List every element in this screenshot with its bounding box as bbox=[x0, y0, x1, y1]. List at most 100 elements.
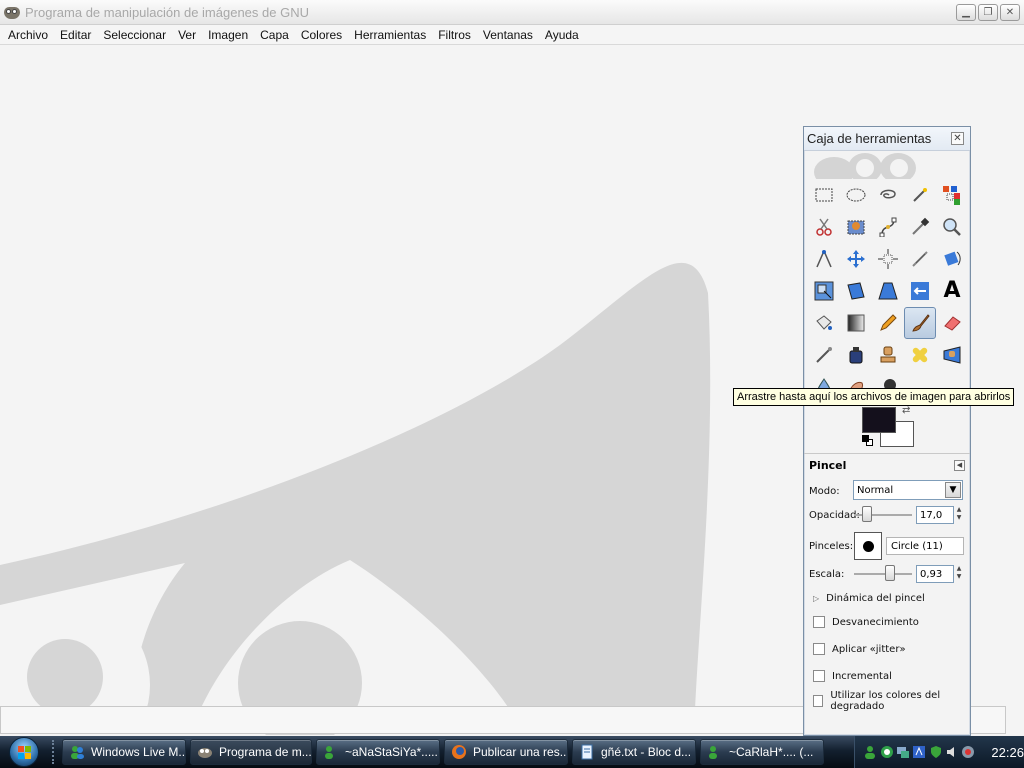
brush-preview[interactable] bbox=[854, 532, 882, 560]
mode-value: Normal bbox=[857, 484, 894, 496]
toolbox-title: Caja de herramientas bbox=[807, 131, 932, 146]
foreground-select-icon[interactable] bbox=[840, 211, 872, 243]
task-button[interactable]: Publicar una res... bbox=[444, 739, 568, 765]
task-button[interactable]: Windows Live M... bbox=[62, 739, 186, 765]
zoom-icon[interactable] bbox=[936, 211, 968, 243]
mode-label: Modo: bbox=[809, 485, 840, 497]
clock[interactable]: 22:26 bbox=[991, 745, 1024, 760]
dynamics-expander[interactable]: ▷ Dinámica del pincel bbox=[804, 588, 970, 608]
restore-button[interactable]: ❐ bbox=[978, 4, 998, 21]
minimize-button[interactable]: ▁ bbox=[956, 4, 976, 21]
messenger-icon bbox=[69, 744, 85, 760]
system-tray: 22:26 bbox=[854, 736, 1024, 768]
default-colors-icon[interactable] bbox=[862, 435, 869, 442]
firefox-icon bbox=[451, 744, 467, 760]
jitter-checkbox[interactable] bbox=[813, 643, 825, 655]
swap-colors-icon[interactable]: ⇄ bbox=[902, 405, 910, 416]
start-button[interactable] bbox=[0, 736, 48, 768]
move-icon[interactable] bbox=[840, 243, 872, 275]
security-icon[interactable] bbox=[928, 744, 942, 760]
notepad-icon bbox=[579, 744, 595, 760]
sound-icon[interactable] bbox=[912, 744, 926, 760]
drop-hint-tooltip: Arrastre hasta aquí los archivos de imag… bbox=[733, 388, 1015, 406]
taskbar-grip[interactable] bbox=[52, 740, 58, 764]
paths-icon[interactable] bbox=[872, 211, 904, 243]
shear-icon[interactable] bbox=[840, 275, 872, 307]
opacity-slider-thumb[interactable] bbox=[862, 506, 872, 522]
menu-colores[interactable]: Colores bbox=[295, 28, 348, 42]
blend-icon[interactable] bbox=[840, 307, 872, 339]
tool-options: Pincel ◀ Modo: Normal ▼ Opacidad: 17,0 ▲… bbox=[804, 453, 970, 712]
gradient-colors-checkbox[interactable] bbox=[813, 695, 824, 707]
menu-ventanas[interactable]: Ventanas bbox=[477, 28, 539, 42]
opacity-spinbox[interactable]: 17,0 ▲ ▼ bbox=[916, 506, 961, 524]
fade-label: Desvanecimiento bbox=[832, 616, 919, 628]
mode-select[interactable]: Normal ▼ bbox=[853, 480, 963, 500]
scale-label: Escala: bbox=[809, 568, 845, 580]
menu-ayuda[interactable]: Ayuda bbox=[539, 28, 585, 42]
window-title: Programa de manipulación de imágenes de … bbox=[25, 4, 309, 20]
menu-ver[interactable]: Ver bbox=[172, 28, 202, 42]
spin-arrows-icon[interactable]: ▲ ▼ bbox=[954, 565, 964, 583]
incremental-label: Incremental bbox=[832, 670, 892, 682]
menu-seleccionar[interactable]: Seleccionar bbox=[97, 28, 172, 42]
airbrush-icon[interactable] bbox=[808, 339, 840, 371]
messenger-status-icon[interactable] bbox=[863, 744, 877, 760]
gradient-colors-label: Utilizar los colores del degradado bbox=[830, 690, 941, 712]
text-icon[interactable]: A bbox=[936, 275, 968, 307]
menu-capa[interactable]: Capa bbox=[254, 28, 295, 42]
task-button[interactable]: ~CaRlaH*.... (... bbox=[700, 739, 824, 765]
brushes-label: Pinceles: bbox=[809, 540, 854, 552]
perspective-clone-icon[interactable] bbox=[936, 339, 968, 371]
task-button[interactable]: Programa de m... bbox=[190, 739, 312, 765]
paintbrush-icon[interactable] bbox=[904, 307, 936, 339]
scale-icon[interactable] bbox=[808, 275, 840, 307]
scissors-icon[interactable] bbox=[808, 211, 840, 243]
bucket-fill-icon[interactable] bbox=[808, 307, 840, 339]
triangle-left-icon: ◀ bbox=[956, 460, 963, 469]
color-area[interactable]: ⇄ bbox=[862, 405, 918, 449]
fade-checkbox[interactable] bbox=[813, 616, 825, 628]
scale-spinbox[interactable]: 0,93 ▲ ▼ bbox=[916, 565, 961, 583]
color-picker-icon[interactable] bbox=[904, 211, 936, 243]
scale-value: 0,93 bbox=[920, 568, 943, 580]
incremental-checkbox[interactable] bbox=[813, 670, 825, 682]
task-button[interactable]: gñé.txt - Bloc d... bbox=[572, 739, 696, 765]
menu-herramientas[interactable]: Herramientas bbox=[348, 28, 432, 42]
tool-options-menu-button[interactable]: ◀ bbox=[954, 459, 965, 471]
rectangle-select-icon[interactable] bbox=[808, 179, 840, 211]
flip-icon[interactable] bbox=[904, 275, 936, 307]
spin-arrows-icon[interactable]: ▲ ▼ bbox=[954, 506, 964, 524]
heal-icon[interactable] bbox=[904, 339, 936, 371]
foreground-color-swatch[interactable] bbox=[862, 407, 896, 433]
perspective-icon[interactable] bbox=[872, 275, 904, 307]
close-button[interactable]: ✕ bbox=[1000, 4, 1020, 21]
task-button[interactable]: ~aNaStaSiYa*..... bbox=[316, 739, 440, 765]
toolbox-close-button[interactable]: ✕ bbox=[951, 132, 964, 145]
ink-icon[interactable] bbox=[840, 339, 872, 371]
network-icon[interactable] bbox=[879, 744, 893, 760]
free-select-icon[interactable] bbox=[872, 179, 904, 211]
toolbox-wilber-banner[interactable] bbox=[804, 151, 970, 179]
menu-editar[interactable]: Editar bbox=[54, 28, 97, 42]
measure-icon[interactable] bbox=[808, 243, 840, 275]
menu-imagen[interactable]: Imagen bbox=[202, 28, 254, 42]
toolbox-header: Caja de herramientas ✕ bbox=[804, 127, 970, 151]
eraser-icon[interactable] bbox=[936, 307, 968, 339]
connection-icon[interactable] bbox=[896, 744, 910, 760]
pencil-icon[interactable] bbox=[872, 307, 904, 339]
clone-icon[interactable] bbox=[872, 339, 904, 371]
align-icon[interactable] bbox=[872, 243, 904, 275]
menu-filtros[interactable]: Filtros bbox=[432, 28, 477, 42]
volume-icon[interactable] bbox=[945, 744, 959, 760]
scale-slider-thumb[interactable] bbox=[885, 565, 895, 581]
color-select-icon[interactable] bbox=[936, 179, 968, 211]
crop-icon[interactable] bbox=[904, 243, 936, 275]
rotate-icon[interactable] bbox=[936, 243, 968, 275]
scale-slider-track[interactable] bbox=[854, 573, 912, 575]
ellipse-select-icon[interactable] bbox=[840, 179, 872, 211]
menu-archivo[interactable]: Archivo bbox=[2, 28, 54, 42]
windows-logo-icon bbox=[9, 737, 39, 767]
fuzzy-select-icon[interactable] bbox=[904, 179, 936, 211]
display-icon[interactable] bbox=[961, 744, 975, 760]
